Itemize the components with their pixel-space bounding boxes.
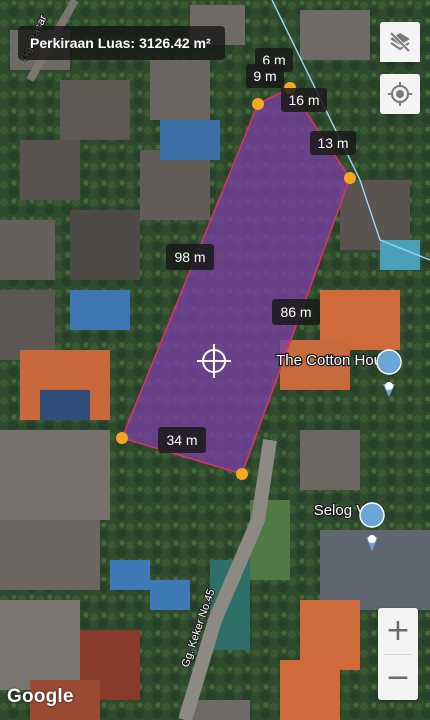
zoom-controls: + − xyxy=(378,608,418,700)
svg-text:16 m: 16 m xyxy=(288,92,319,108)
area-label: Perkiraan Luas: xyxy=(30,35,136,51)
svg-text:9 m: 9 m xyxy=(253,68,276,84)
svg-text:98 m: 98 m xyxy=(174,249,205,265)
svg-text:34 m: 34 m xyxy=(166,432,197,448)
segment-label: 34 m xyxy=(158,427,206,453)
vertex[interactable] xyxy=(236,468,248,480)
segment-label: 16 m xyxy=(281,88,327,112)
vertex[interactable] xyxy=(116,432,128,444)
segment-label: 86 m xyxy=(272,299,320,325)
area-value: 3126.42 m² xyxy=(139,35,211,51)
my-location-icon xyxy=(388,82,412,106)
svg-text:86 m: 86 m xyxy=(280,304,311,320)
segment-label: 9 m xyxy=(246,64,284,88)
zoom-out-button[interactable]: − xyxy=(378,655,418,701)
my-location-button[interactable] xyxy=(380,74,420,114)
layers-off-icon xyxy=(389,31,411,53)
area-estimate-badge: Perkiraan Luas: 3126.42 m² xyxy=(18,26,225,60)
segment-label: 98 m xyxy=(166,244,214,270)
zoom-in-button[interactable]: + xyxy=(378,608,418,654)
satellite-map[interactable]: 6 m 9 m 16 m 13 m 86 m 34 m 98 m The Cot… xyxy=(0,0,430,720)
layers-toggle-button[interactable] xyxy=(380,22,420,62)
vertex[interactable] xyxy=(344,172,356,184)
segment-label: 13 m xyxy=(310,131,356,155)
svg-text:13 m: 13 m xyxy=(317,135,348,151)
vertex[interactable] xyxy=(252,98,264,110)
google-logo: Google xyxy=(7,686,74,707)
